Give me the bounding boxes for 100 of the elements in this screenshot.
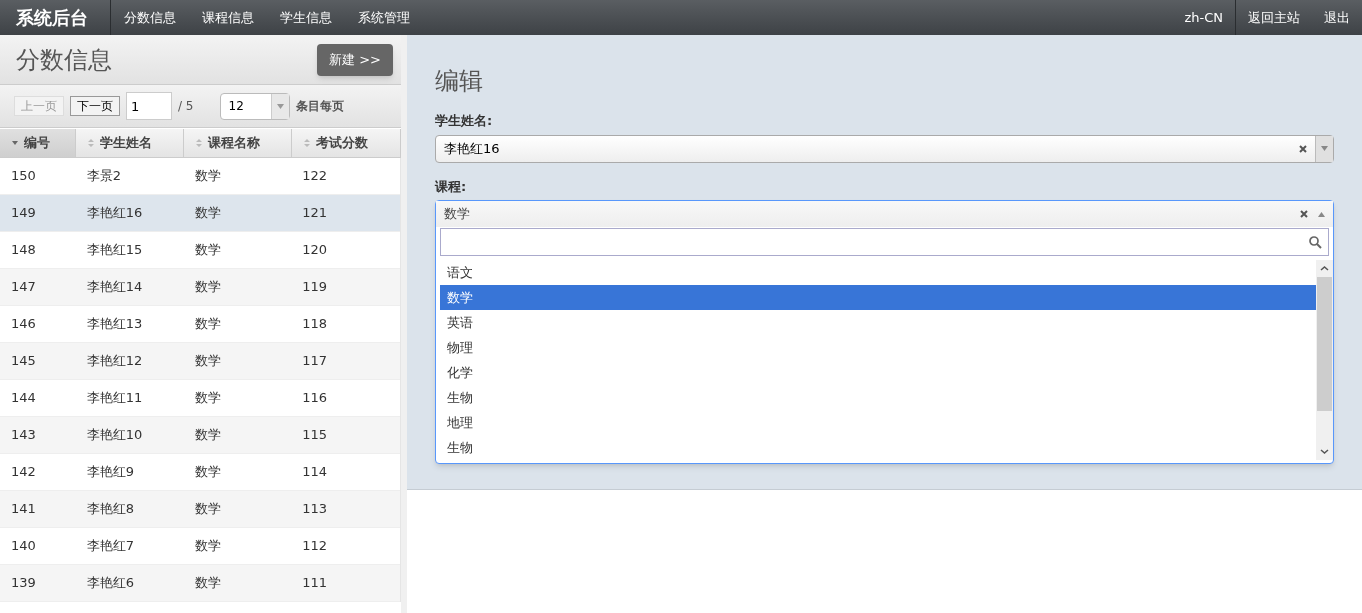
nav-link[interactable]: zh-CN	[1172, 0, 1235, 35]
dropdown-option[interactable]: 生物	[440, 385, 1316, 410]
table-cell: 李艳红11	[86, 390, 143, 406]
nav-link[interactable]: 分数信息	[111, 0, 189, 35]
scrollbar[interactable]	[1316, 260, 1333, 460]
caret-up-icon	[1318, 211, 1325, 217]
select-value: 数学	[443, 205, 471, 224]
table-cell: 149	[11, 205, 36, 221]
search-field[interactable]	[440, 228, 1329, 256]
student-select[interactable]: 李艳红16	[435, 134, 1334, 163]
column-label: 课程名称	[208, 134, 260, 153]
clear-icon[interactable]	[1299, 144, 1307, 153]
column-label: 编号	[24, 134, 50, 153]
next-page-button[interactable]: 下一页	[70, 96, 120, 116]
table-cell: 142	[11, 464, 36, 480]
table-cell: 143	[11, 427, 36, 443]
table-cell: 数学	[194, 353, 221, 369]
table-cell: 139	[11, 575, 36, 591]
sort-descending-icon	[12, 139, 18, 147]
table-cell: 李艳红9	[86, 464, 135, 480]
table-cell: 146	[11, 316, 36, 332]
table-row[interactable]: 141 李艳红8 数学 113	[0, 491, 400, 528]
dropdown-option[interactable]: 英语	[440, 310, 1316, 335]
table-cell: 数学	[194, 575, 221, 591]
table-cell: 112	[302, 538, 328, 554]
table-cell: 111	[302, 575, 328, 591]
table-cell: 数学	[194, 390, 221, 406]
table-cell: 数学	[194, 464, 221, 480]
nav-link[interactable]: 返回主站	[1236, 0, 1312, 35]
field-label: 课程:	[435, 177, 468, 196]
column-label: 学生姓名	[100, 134, 152, 153]
table-cell: 118	[302, 316, 328, 332]
column-header[interactable]: 考试分数	[292, 129, 401, 157]
dropdown-option[interactable]: 数学	[440, 285, 1316, 310]
table-row[interactable]: 147 李艳红14 数学 119	[0, 269, 400, 306]
nav-link[interactable]: 学生信息	[267, 0, 345, 35]
table-cell: 147	[11, 279, 36, 295]
table-cell: 数学	[194, 316, 221, 332]
column-label: 考试分数	[316, 134, 368, 153]
table-cell: 数学	[194, 279, 221, 295]
table-cell: 117	[302, 353, 328, 369]
table-cell: 113	[302, 501, 328, 517]
table-cell: 145	[11, 353, 36, 369]
table-cell: 144	[11, 390, 36, 406]
nav-link[interactable]: 课程信息	[189, 0, 267, 35]
table-cell: 李艳红8	[86, 501, 135, 517]
clear-icon[interactable]	[1300, 210, 1308, 218]
table-cell: 120	[302, 242, 328, 258]
table-cell: 李艳红15	[86, 242, 143, 258]
table-cell: 数学	[194, 205, 221, 221]
table-cell: 数学	[194, 538, 221, 554]
sort-icon	[196, 139, 202, 147]
dropdown-caret-icon	[276, 103, 284, 109]
dropdown-option[interactable]: 物理	[440, 335, 1316, 360]
table-cell: 数学	[194, 501, 221, 517]
table-cell: 115	[302, 427, 328, 443]
nav-link[interactable]: 系统管理	[345, 0, 423, 35]
column-header[interactable]: 课程名称	[184, 129, 292, 157]
field-label: 学生姓名:	[435, 112, 494, 130]
dropdown-option[interactable]: 化学	[440, 360, 1316, 385]
dropdown-caret-icon	[1321, 146, 1328, 151]
table-cell: 122	[302, 168, 328, 184]
table-cell: 119	[302, 279, 328, 295]
table-cell: 李艳红14	[86, 279, 143, 295]
edit-title: 编辑	[435, 66, 484, 97]
page-input[interactable]: 1	[126, 92, 172, 120]
column-header[interactable]: 编号	[0, 129, 76, 157]
table-cell: 李景2	[86, 168, 122, 184]
column-header[interactable]: 学生姓名	[76, 129, 184, 157]
nav-link[interactable]: 退出	[1312, 0, 1362, 35]
course-select[interactable]: 数学 语文 数学 英语 物理 化学 生物 地理 生物	[435, 200, 1334, 464]
table-cell: 116	[302, 390, 328, 406]
dropdown-option[interactable]: 地理	[440, 410, 1316, 435]
search-icon	[1309, 235, 1322, 249]
page-total: / 5	[178, 98, 194, 115]
table-cell: 数学	[194, 242, 221, 258]
dropdown-option[interactable]: 生物	[440, 435, 1316, 460]
table-cell: 李艳红7	[86, 538, 135, 554]
sort-icon	[304, 139, 310, 147]
page-size-select[interactable]: 12	[219, 92, 290, 120]
sort-icon	[88, 139, 94, 147]
table-cell: 141	[11, 501, 36, 517]
dropdown-option[interactable]: 语文	[440, 260, 1316, 285]
table-cell: 数学	[194, 427, 221, 443]
table-cell: 李艳红13	[86, 316, 143, 332]
table-cell: 140	[11, 538, 36, 554]
table-cell: 李艳红16	[86, 205, 143, 221]
table-row[interactable]: 149 李艳红16 数学 121	[0, 195, 400, 232]
table-cell: 148	[11, 242, 36, 258]
table-cell: 李艳红10	[86, 427, 143, 443]
table-cell: 121	[302, 205, 328, 221]
panel-title: 分数信息	[16, 44, 112, 76]
table-row[interactable]: 145 李艳红12 数学 117	[0, 343, 400, 380]
table-row[interactable]: 143 李艳红10 数学 115	[0, 417, 400, 454]
table-cell: 李艳红12	[86, 353, 143, 369]
table-row[interactable]: 139 李艳红6 数学 111	[0, 565, 400, 602]
table-cell: 数学	[194, 168, 221, 184]
table-cell: 150	[11, 168, 36, 184]
table-cell: 李艳红6	[86, 575, 135, 591]
new-button[interactable]: 新建 >>	[317, 43, 393, 76]
